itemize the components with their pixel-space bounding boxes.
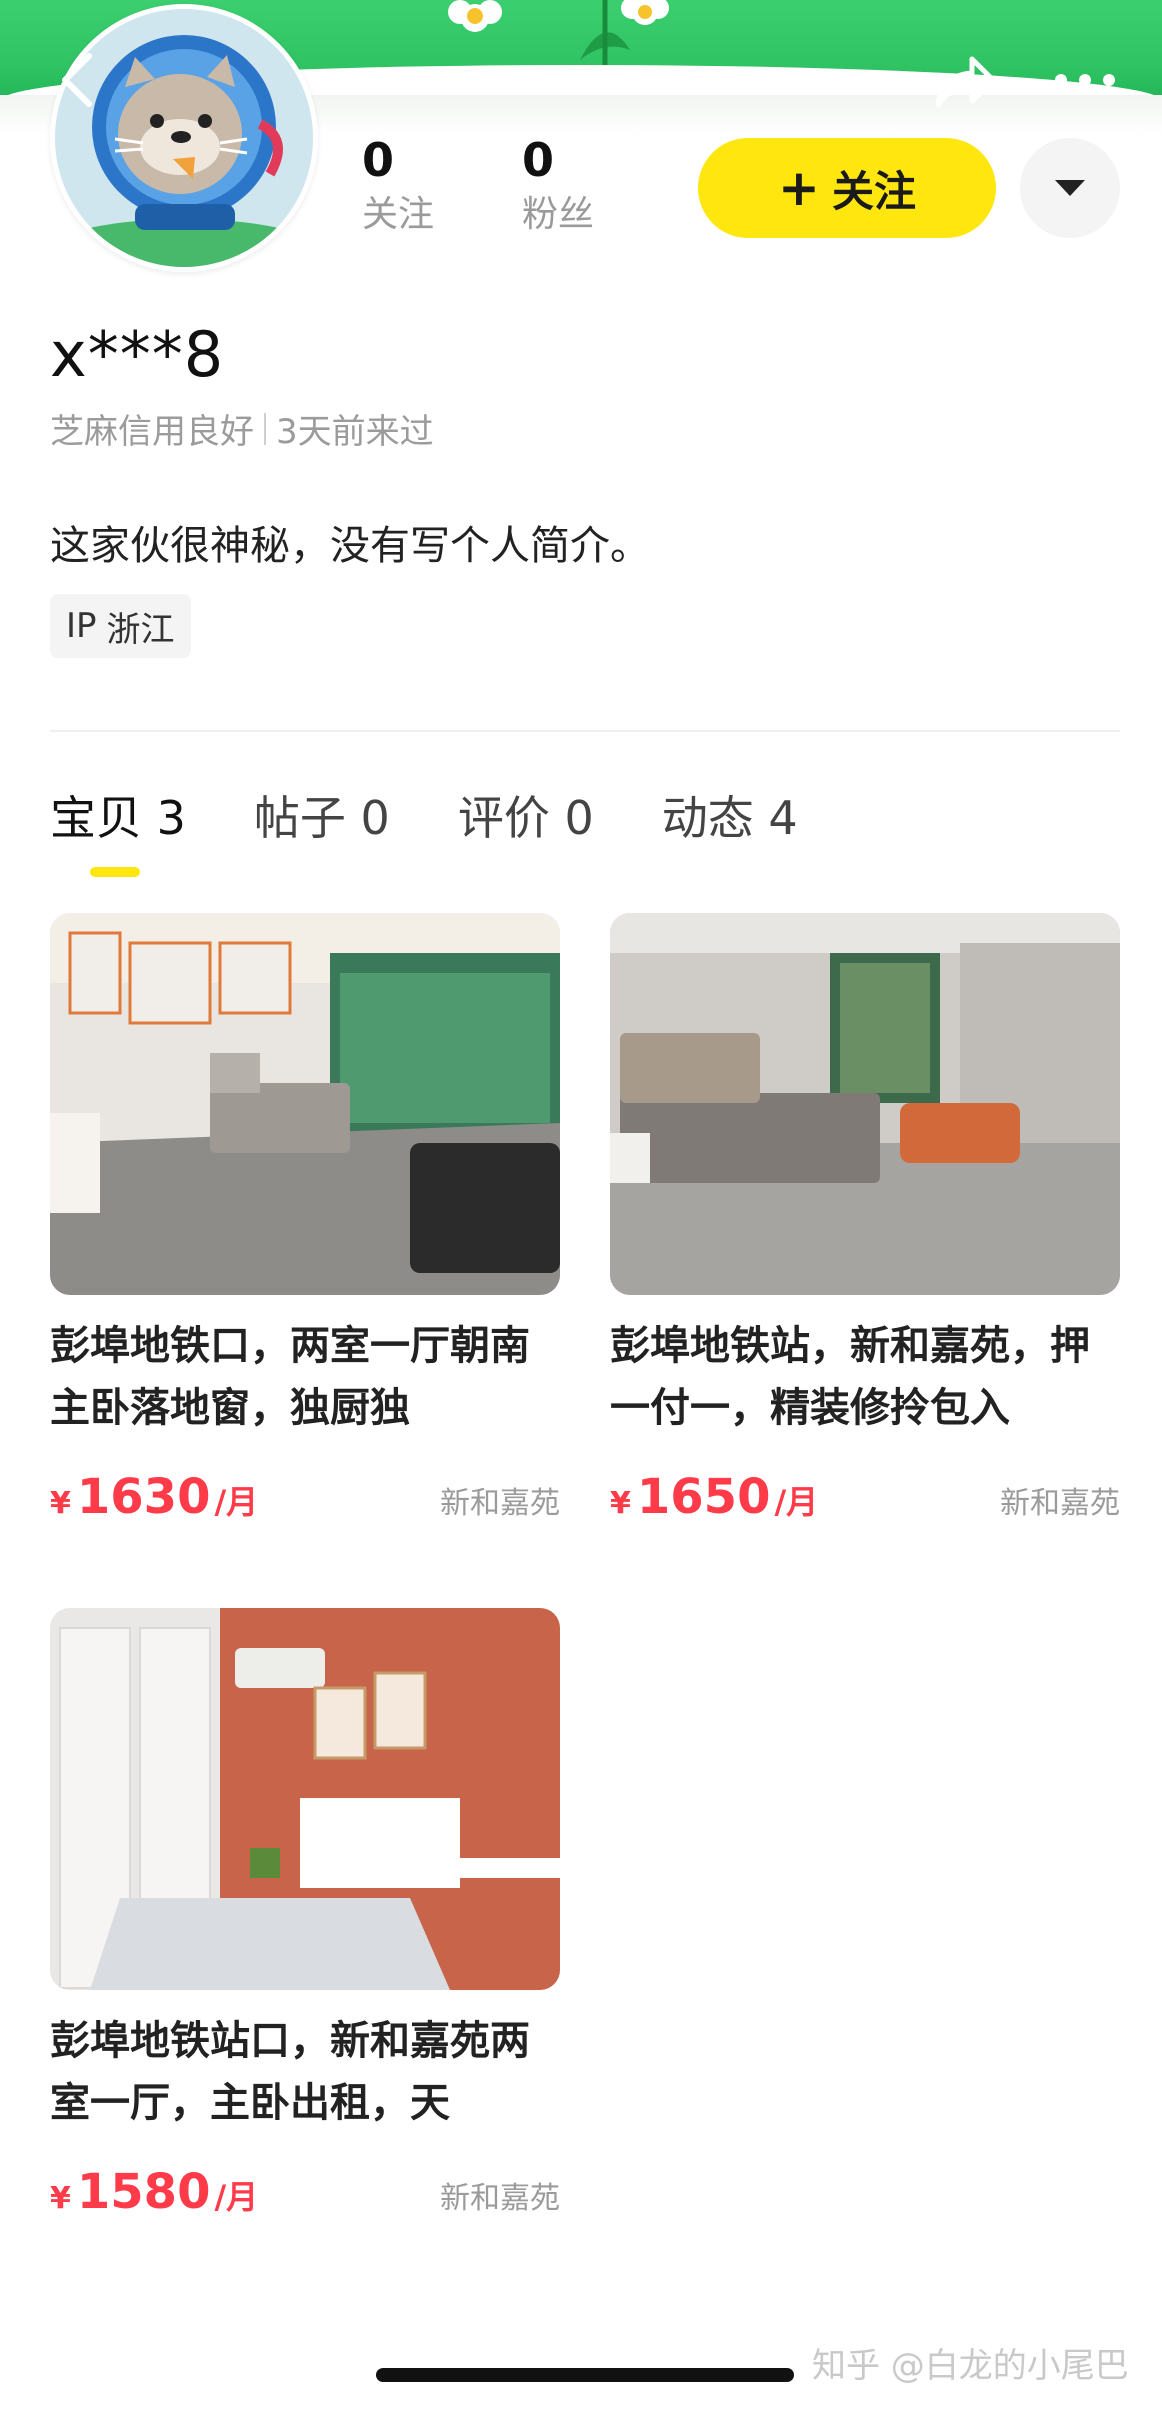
listing-title: 彭埠地铁站口，新和嘉苑两室一厅，主卧出租，天: [50, 2018, 530, 2126]
avatar-otter-icon: [55, 9, 313, 267]
tab-posts[interactable]: 帖子 0: [254, 785, 390, 851]
price-unit: /月: [214, 1483, 259, 1521]
followers-label: 粉丝: [522, 194, 595, 235]
listing-price: ¥ 1580 /月: [50, 2164, 258, 2220]
back-button[interactable]: [52, 50, 102, 110]
tab-reviews-count: 0: [564, 791, 594, 845]
tab-items[interactable]: 宝贝 3: [50, 785, 186, 877]
listing-photo-bedroom: [610, 913, 1120, 1295]
profile-meta: 芝麻信用良好 3天前来过: [50, 404, 434, 453]
price-value: 1630: [76, 1469, 211, 1525]
tab-items-label: 宝贝: [50, 791, 142, 845]
username: x***8: [50, 318, 225, 391]
listing-card[interactable]: 彭埠地铁口，两室一厅朝南主卧落地窗，独厨独 ¥ 1630 /月 新和嘉苑: [50, 913, 560, 1525]
follow-button[interactable]: + 关注: [698, 138, 996, 238]
plus-icon: +: [778, 159, 820, 217]
listing-price-row: ¥ 1630 /月 新和嘉苑: [50, 1469, 560, 1525]
caret-down-icon: [1055, 180, 1085, 196]
section-divider: [50, 730, 1120, 732]
listing-title: 彭埠地铁站，新和嘉苑，押一付一，精装修拎包入: [610, 1323, 1090, 1431]
price-unit: /月: [214, 2178, 259, 2216]
tab-reviews[interactable]: 评价 0: [458, 785, 594, 851]
chevron-left-icon: [62, 53, 92, 107]
currency-symbol: ¥: [610, 1486, 631, 1521]
listing-card[interactable]: 彭埠地铁站口，新和嘉苑两室一厅，主卧出租，天 ¥ 1580 /月 新和嘉苑: [50, 1608, 560, 2220]
price-value: 1650: [636, 1469, 771, 1525]
last-seen: 3天前来过: [276, 412, 434, 452]
listing-community: 新和嘉苑: [1000, 1486, 1120, 1521]
listing-price-row: ¥ 1580 /月 新和嘉苑: [50, 2164, 560, 2220]
following-count: 0: [362, 133, 395, 187]
flower-decoration-icon: [621, 0, 669, 25]
ip-region: 浙江: [106, 609, 175, 650]
stat-followers[interactable]: 0 粉丝: [522, 130, 642, 240]
active-tab-indicator: [90, 867, 140, 877]
tab-posts-count: 0: [360, 791, 390, 845]
listing-title: 彭埠地铁口，两室一厅朝南主卧落地窗，独厨独: [50, 1323, 530, 1431]
listing-price: ¥ 1630 /月: [50, 1469, 258, 1525]
tab-activity[interactable]: 动态 4: [662, 785, 798, 851]
home-indicator[interactable]: [376, 2368, 794, 2382]
tab-reviews-label: 评价: [457, 791, 550, 845]
profile-tabs: 宝贝 3 帖子 0 评价 0 动态 4: [50, 785, 866, 877]
listing-community: 新和嘉苑: [440, 1486, 560, 1521]
stat-following[interactable]: 0 关注: [362, 130, 482, 240]
watermark: 知乎 @白龙的小尾巴: [812, 2346, 1129, 2386]
ip-label: IP: [66, 606, 97, 646]
tab-activity-count: 4: [768, 791, 798, 845]
listing-community: 新和嘉苑: [440, 2181, 560, 2216]
price-value: 1580: [76, 2164, 211, 2220]
follow-button-label: 关注: [831, 166, 916, 216]
listing-photo-bedroom: [50, 1608, 560, 1990]
more-dots-icon: [1055, 74, 1115, 86]
tab-activity-label: 动态: [661, 791, 754, 845]
listing-photo-bedroom: [50, 913, 560, 1295]
flower-decoration-icon: [448, 0, 502, 32]
avatar[interactable]: [50, 4, 318, 272]
bio-text: 这家伙很神秘，没有写个人简介。: [50, 523, 650, 569]
profile-dropdown-button[interactable]: [1020, 138, 1120, 238]
listing-price: ¥ 1650 /月: [610, 1469, 818, 1525]
credit-status: 芝麻信用良好: [50, 412, 254, 452]
listing-card[interactable]: 彭埠地铁站，新和嘉苑，押一付一，精装修拎包入 ¥ 1650 /月 新和嘉苑: [610, 913, 1120, 1525]
tab-posts-label: 帖子: [253, 791, 346, 845]
more-button[interactable]: [1050, 60, 1120, 100]
currency-symbol: ¥: [50, 1486, 71, 1521]
ip-location-tag: IP 浙江: [50, 594, 191, 658]
price-unit: /月: [774, 1483, 819, 1521]
followers-count: 0: [522, 133, 555, 187]
share-button[interactable]: [930, 46, 1000, 116]
following-label: 关注: [362, 194, 435, 235]
currency-symbol: ¥: [50, 2181, 71, 2216]
tab-items-count: 3: [156, 791, 186, 845]
share-arrow-icon: [935, 56, 997, 108]
meta-divider: [264, 412, 266, 445]
listing-price-row: ¥ 1650 /月 新和嘉苑: [610, 1469, 1120, 1525]
